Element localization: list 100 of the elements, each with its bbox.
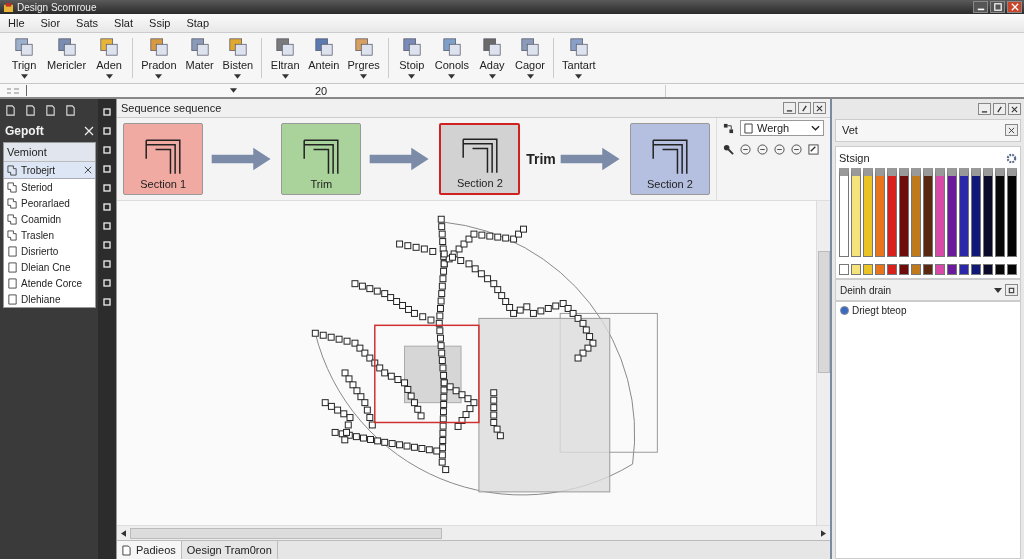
- menu-item[interactable]: Sats: [75, 17, 100, 29]
- color-chip[interactable]: [935, 264, 945, 275]
- vertical-scrollbar[interactable]: [816, 201, 830, 525]
- page-icon[interactable]: [45, 105, 56, 116]
- scroll-left-icon[interactable]: [121, 529, 126, 537]
- toolbar-button[interactable]: Cagor: [512, 36, 549, 80]
- minimize-button[interactable]: [783, 102, 796, 114]
- close-button[interactable]: [1008, 103, 1021, 115]
- page-icon[interactable]: [65, 105, 76, 116]
- color-chip[interactable]: [899, 264, 909, 275]
- color-swatch[interactable]: [911, 168, 921, 257]
- list-item[interactable]: Traslen: [4, 227, 95, 243]
- list-item[interactable]: Steriod: [4, 179, 95, 195]
- page-icon[interactable]: [5, 105, 16, 116]
- color-chip[interactable]: [971, 264, 981, 275]
- toolbar-button[interactable]: Aday: [474, 36, 511, 80]
- toolbar-button[interactable]: Mater: [181, 36, 218, 80]
- document-tab[interactable]: Padieos: [117, 541, 182, 559]
- list-item[interactable]: Coamidn: [4, 211, 95, 227]
- color-chip[interactable]: [923, 264, 933, 275]
- color-swatch[interactable]: [947, 168, 957, 257]
- horizontal-scrollbar[interactable]: [117, 525, 830, 540]
- toolbar-button[interactable]: Pradon: [138, 36, 180, 80]
- color-swatch[interactable]: [851, 168, 861, 257]
- circle-icon[interactable]: [774, 144, 785, 155]
- toolbar-button[interactable]: Conols: [431, 36, 473, 80]
- menu-item[interactable]: Hle: [7, 17, 26, 29]
- color-chip[interactable]: [839, 264, 849, 275]
- sequence-card[interactable]: Section 2: [439, 123, 521, 195]
- arrow-label: Trim: [526, 151, 556, 167]
- color-chip[interactable]: [875, 264, 885, 275]
- settings-icon[interactable]: [1006, 152, 1017, 164]
- minimize-button[interactable]: [978, 103, 991, 115]
- color-swatch[interactable]: [923, 168, 933, 257]
- color-chip[interactable]: [851, 264, 861, 275]
- page-icon[interactable]: [25, 105, 36, 116]
- menu-item[interactable]: Stap: [185, 17, 211, 29]
- color-swatch[interactable]: [899, 168, 909, 257]
- toolbar-button[interactable]: Bisten: [219, 36, 257, 80]
- collapse-button[interactable]: [1005, 124, 1018, 136]
- toolbar-button[interactable]: Prgres: [344, 36, 383, 80]
- color-chip[interactable]: [947, 264, 957, 275]
- menu-item[interactable]: Ssip: [148, 17, 172, 29]
- color-swatch[interactable]: [1007, 168, 1017, 257]
- color-swatch[interactable]: [875, 168, 885, 257]
- restore-button[interactable]: [798, 102, 811, 114]
- list-item[interactable]: Peorarlaed: [4, 195, 95, 211]
- maximize-button[interactable]: [990, 1, 1005, 13]
- menu-item[interactable]: Sior: [39, 17, 62, 29]
- list-item[interactable]: Disrierto: [4, 243, 95, 259]
- close-button[interactable]: [1007, 1, 1022, 13]
- caret-icon: [360, 74, 368, 79]
- toolbar-button[interactable]: Stoip: [393, 36, 430, 80]
- search-icon[interactable]: [723, 144, 734, 155]
- circle-icon[interactable]: [791, 144, 802, 155]
- radio-button[interactable]: [840, 306, 849, 315]
- restore-button[interactable]: [993, 103, 1006, 115]
- toolbar-button[interactable]: Aden: [91, 36, 128, 80]
- radio-option[interactable]: Driegt bteop: [836, 302, 1020, 319]
- color-swatch[interactable]: [935, 168, 945, 257]
- toolbar-button[interactable]: Mericler: [44, 36, 90, 80]
- color-chip[interactable]: [983, 264, 993, 275]
- color-chip[interactable]: [959, 264, 969, 275]
- scroll-right-icon[interactable]: [821, 529, 826, 537]
- color-swatch[interactable]: [863, 168, 873, 257]
- color-chip[interactable]: [887, 264, 897, 275]
- list-item[interactable]: Dleian Cne: [4, 259, 95, 275]
- sequence-card[interactable]: Section 1: [123, 123, 204, 195]
- list-item[interactable]: Trobejrt: [4, 162, 95, 179]
- toolbar-button[interactable]: Antein: [305, 36, 343, 80]
- list-item[interactable]: Dlehiane: [4, 291, 95, 307]
- sequence-card[interactable]: Section 2: [629, 123, 710, 195]
- section-title: Stsign: [839, 152, 870, 164]
- toolbar-button[interactable]: Eltran: [267, 36, 304, 80]
- color-chip[interactable]: [863, 264, 873, 275]
- color-swatch[interactable]: [971, 168, 981, 257]
- expand-button[interactable]: [1005, 284, 1018, 296]
- toolbar-button[interactable]: Tantart: [559, 36, 599, 80]
- dropdown-field[interactable]: Wergh: [740, 120, 824, 136]
- close-icon[interactable]: [84, 166, 92, 174]
- color-swatch[interactable]: [839, 168, 849, 257]
- document-tab[interactable]: Oesign Tram0ron: [181, 541, 278, 559]
- color-chip[interactable]: [995, 264, 1005, 275]
- caret-icon: [408, 74, 416, 79]
- caret-icon[interactable]: [994, 287, 1002, 293]
- close-button[interactable]: [813, 102, 826, 114]
- color-swatch[interactable]: [959, 168, 969, 257]
- color-swatch[interactable]: [995, 168, 1005, 257]
- sequence-card[interactable]: Trim: [281, 123, 362, 195]
- list-item[interactable]: Atende Corce: [4, 275, 95, 291]
- minimize-button[interactable]: [973, 1, 988, 13]
- menu-item[interactable]: Slat: [113, 17, 135, 29]
- color-chip[interactable]: [911, 264, 921, 275]
- circle-icon[interactable]: [757, 144, 768, 155]
- color-chip[interactable]: [1007, 264, 1017, 275]
- color-swatch[interactable]: [983, 168, 993, 257]
- circle-icon[interactable]: [740, 144, 751, 155]
- color-swatch[interactable]: [887, 168, 897, 257]
- nodes-icon[interactable]: [723, 122, 734, 134]
- toolbar-button[interactable]: Trign: [6, 36, 42, 80]
